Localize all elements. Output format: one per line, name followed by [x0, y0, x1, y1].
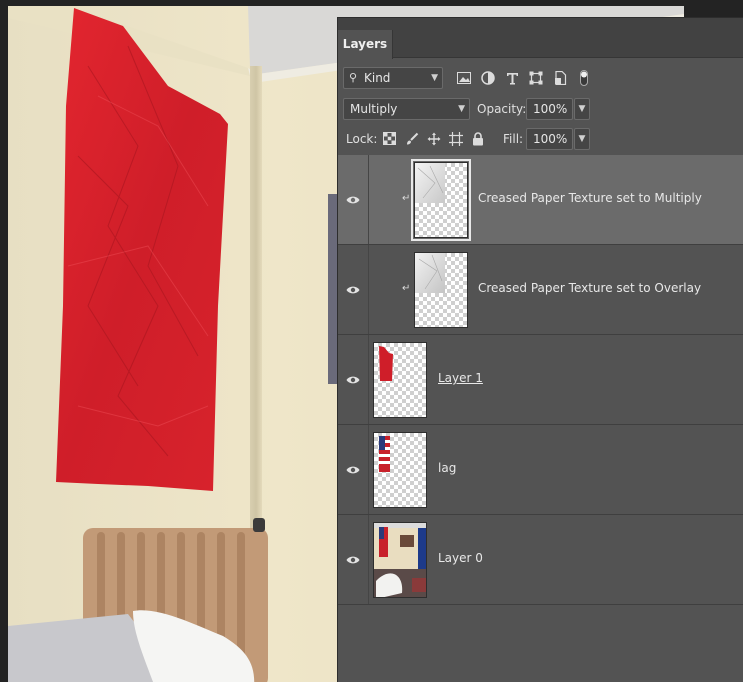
opacity-field[interactable]: 100% ▼ [526, 98, 590, 120]
visibility-toggle[interactable] [338, 155, 369, 244]
tab-layers[interactable]: Layers [338, 30, 393, 59]
eye-icon [346, 196, 360, 203]
lock-artboard-icon[interactable] [448, 131, 463, 146]
layer-thumbnail[interactable] [373, 432, 427, 508]
eye-icon [346, 376, 360, 383]
type-filter-icon[interactable] [504, 70, 520, 86]
lock-image-pixels-icon[interactable] [404, 131, 419, 146]
layer-row[interactable]: lag [338, 425, 743, 515]
filter-kind-value: Kind [364, 71, 391, 85]
fill-field[interactable]: 100% ▼ [526, 128, 590, 150]
search-icon: ⚲ [349, 71, 358, 84]
lock-label: Lock: [346, 132, 378, 146]
layer-name: Creased Paper Texture set to Overlay [478, 281, 702, 295]
clipping-mask-arrow-icon: ↵ [402, 283, 411, 294]
chevron-down-icon: ▼ [458, 104, 465, 114]
layer-row[interactable]: Layer 0 [338, 515, 743, 605]
toggle-filter-icon[interactable] [576, 70, 592, 86]
fill-value: 100% [533, 132, 568, 146]
layer-thumbnail[interactable] [373, 342, 427, 418]
visibility-toggle[interactable] [338, 335, 369, 424]
layer-name: Layer 1 [438, 371, 483, 385]
chevron-down-icon: ▼ [431, 73, 438, 83]
opacity-label: Opacity: [477, 102, 527, 116]
filter-icons [456, 67, 592, 89]
sofa-with-blanket [8, 610, 255, 682]
lock-icons [382, 131, 485, 146]
filter-row: ⚲ Kind ▼ [338, 65, 743, 93]
opacity-value: 100% [533, 102, 568, 116]
eye-icon [346, 466, 360, 473]
visibility-toggle[interactable] [338, 515, 369, 604]
visibility-toggle[interactable] [338, 425, 369, 514]
filter-kind-select[interactable]: ⚲ Kind ▼ [343, 67, 443, 89]
lock-row: Lock: Fill: 100% ▼ [338, 126, 743, 154]
lock-transparent-pixels-icon[interactable] [382, 131, 397, 146]
eye-icon [346, 556, 360, 563]
layer-list: ↵ Creased Paper Texture set to Multiply … [338, 155, 743, 605]
fill-dropdown-button[interactable]: ▼ [574, 128, 590, 150]
layer-thumbnail[interactable] [373, 522, 427, 598]
adjustment-filter-icon[interactable] [480, 70, 496, 86]
layer-name: Layer 0 [438, 551, 483, 565]
clipping-mask-arrow-icon: ↵ [402, 193, 411, 204]
layer-name: lag [438, 461, 457, 475]
visibility-toggle[interactable] [338, 245, 369, 334]
panel-tab-bar: Layers [338, 18, 743, 59]
layers-panel: Layers ⚲ Kind ▼ Multiply ▼ Opacity: 100%… [337, 17, 743, 682]
layer-row[interactable]: ↵ Creased Paper Texture set to Multiply [338, 155, 743, 245]
opacity-dropdown-button[interactable]: ▼ [574, 98, 590, 120]
layer-thumbnail[interactable] [411, 159, 471, 241]
smart-object-filter-icon[interactable] [552, 70, 568, 86]
layer-name: Creased Paper Texture set to Multiply [478, 191, 702, 205]
image-filter-icon[interactable] [456, 70, 472, 86]
shape-filter-icon[interactable] [528, 70, 544, 86]
eye-icon [346, 286, 360, 293]
blend-row: Multiply ▼ Opacity: 100% ▼ [338, 96, 743, 124]
blend-mode-value: Multiply [350, 102, 398, 116]
lock-position-icon[interactable] [426, 131, 441, 146]
layer-row[interactable]: ↵ Creased Paper Texture set to Overlay [338, 245, 743, 335]
red-paper-flag [56, 8, 228, 491]
blend-mode-select[interactable]: Multiply ▼ [343, 98, 470, 120]
layer-thumbnail[interactable] [414, 252, 468, 328]
fill-label: Fill: [503, 132, 524, 146]
layer-row[interactable]: Layer 1 [338, 335, 743, 425]
lock-all-icon[interactable] [470, 131, 485, 146]
